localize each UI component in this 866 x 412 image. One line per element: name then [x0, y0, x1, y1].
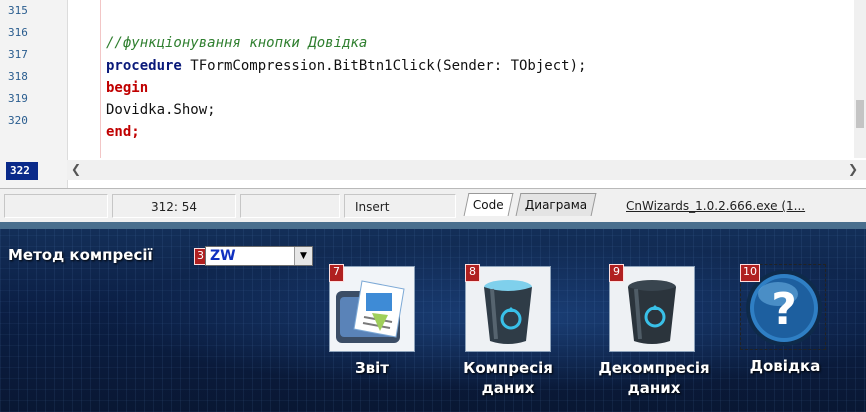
- tab-order-badge: 9: [609, 264, 624, 282]
- vertical-scrollbar[interactable]: [854, 0, 866, 158]
- compression-app-panel: Метод компресії 3 ZW ▼ 7 Звіт 8 Компресі…: [0, 222, 866, 412]
- line-number: 315: [8, 4, 28, 17]
- method-select[interactable]: ZW ▼: [205, 246, 313, 266]
- right-margin-guide: [100, 0, 101, 158]
- file-link[interactable]: CnWizards_1.0.2.666.exe (1...: [626, 194, 805, 218]
- line-number: 317: [8, 48, 28, 61]
- report-button-label: Звіт: [355, 359, 389, 377]
- tab-order-badge: 7: [329, 264, 344, 282]
- tab-order-badge: 8: [465, 264, 480, 282]
- method-select-value: ZW: [210, 248, 236, 264]
- panel-top-border: [0, 222, 866, 229]
- tab-diagram[interactable]: Диаграма: [515, 193, 597, 216]
- code-procedure-line: procedure TFormCompression.BitBtn1Click(…: [106, 55, 586, 77]
- decompress-button-label: Декомпресія даних: [592, 358, 716, 398]
- horizontal-scrollbar[interactable]: ❮ ❯: [67, 160, 866, 180]
- procedure-keyword: procedure: [106, 58, 182, 74]
- decompress-label-line1: Декомпресія: [598, 359, 710, 377]
- scroll-right-icon[interactable]: ❯: [848, 162, 858, 176]
- line-number-gutter: 315 316 317 318 319 320 322: [0, 0, 68, 188]
- status-bar: 312: 54 Insert Code Диаграма CnWizards_1…: [0, 188, 866, 223]
- tab-code-label: Code: [472, 198, 504, 212]
- compress-label-line2: даних: [481, 379, 535, 397]
- help-button-label: Довідка: [749, 357, 821, 375]
- decompress-label-line2: даних: [627, 379, 681, 397]
- tab-diagram-label: Диаграма: [524, 198, 588, 212]
- scroll-left-icon[interactable]: ❮: [71, 162, 81, 176]
- current-line-number: 322: [6, 162, 38, 180]
- line-number: 316: [8, 26, 28, 39]
- compress-button-label: Компресія даних: [450, 358, 566, 398]
- insert-mode: Insert: [344, 194, 456, 218]
- tab-code[interactable]: Code: [463, 193, 514, 216]
- svg-text:?: ?: [771, 284, 797, 335]
- status-cell-empty: [4, 194, 108, 218]
- line-number: 320: [8, 114, 28, 127]
- code-end-line: end;: [106, 124, 140, 140]
- method-label: Метод компресії: [8, 246, 153, 264]
- code-show-line: Dovidka.Show;: [106, 102, 216, 118]
- status-cell-empty: [240, 194, 340, 218]
- vertical-scroll-thumb[interactable]: [856, 100, 864, 128]
- cursor-position: 312: 54: [112, 194, 236, 218]
- compress-label-line1: Компресія: [463, 359, 553, 377]
- line-number: 318: [8, 70, 28, 83]
- chevron-down-icon[interactable]: ▼: [294, 247, 312, 265]
- line-number: 319: [8, 92, 28, 105]
- procedure-signature: TFormCompression.BitBtn1Click(Sender: TO…: [181, 58, 587, 74]
- code-editor[interactable]: 315 316 317 318 319 320 322 //функціонув…: [0, 0, 866, 189]
- code-comment-line: //функціонування кнопки Довідка: [106, 35, 368, 51]
- tab-order-badge: 10: [740, 264, 760, 282]
- code-begin-line: begin: [106, 80, 149, 96]
